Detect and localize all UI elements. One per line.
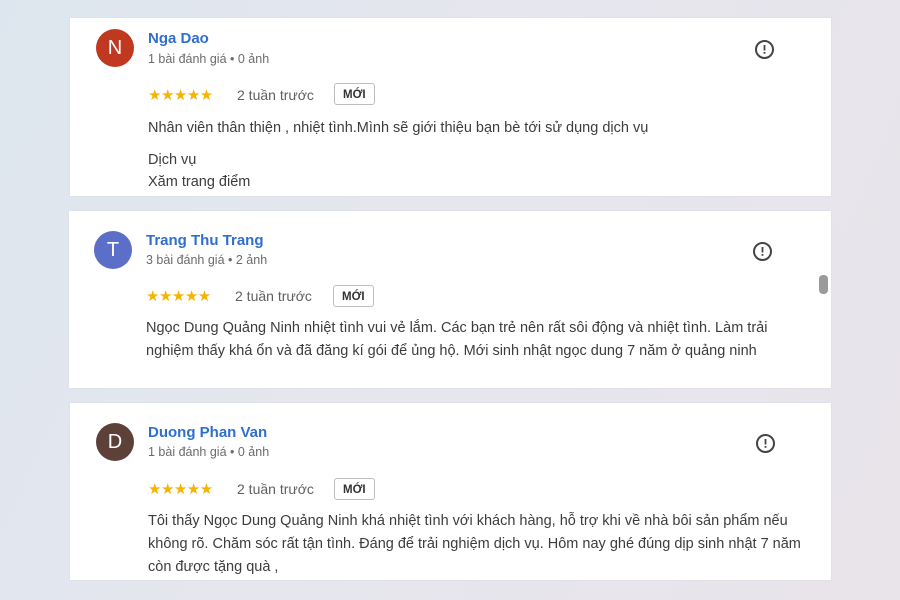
review-time: 2 tuần trước <box>237 87 314 103</box>
reviewer-name[interactable]: Duong Phan Van <box>148 424 267 441</box>
review-text: Ngọc Dung Quảng Ninh nhiệt tình vui vẻ l… <box>146 320 768 359</box>
review-time: 2 tuần trước <box>237 481 314 497</box>
service-label: Dịch vụ <box>148 152 197 168</box>
service-value: Xăm trang điểm <box>148 174 251 190</box>
star-rating: ★★★★★ <box>148 481 213 498</box>
new-badge: MỚI <box>333 285 374 307</box>
review-card: T Trang Thu Trang 3 bài đánh giá • 2 ảnh… <box>69 211 831 388</box>
avatar[interactable]: T <box>94 231 132 269</box>
new-badge: MỚI <box>334 478 375 500</box>
review-text: Tôi thấy Ngọc Dung Quảng Ninh khá nhiệt … <box>148 513 801 575</box>
report-flag-icon[interactable] <box>753 242 772 261</box>
avatar[interactable]: N <box>96 29 134 67</box>
review-card: D Duong Phan Van 1 bài đánh giá • 0 ảnh … <box>70 403 831 580</box>
review-text: Nhân viên thân thiện , nhiệt tình.Mình s… <box>148 120 649 136</box>
star-rating: ★★★★★ <box>146 288 211 305</box>
scrollbar-thumb[interactable] <box>819 275 828 294</box>
report-flag-icon[interactable] <box>755 40 774 59</box>
new-badge: MỚI <box>334 83 375 105</box>
reviewer-name[interactable]: Nga Dao <box>148 30 209 47</box>
review-time: 2 tuần trước <box>235 288 312 304</box>
review-card: N Nga Dao 1 bài đánh giá • 0 ảnh ★★★★★ 2… <box>70 18 831 196</box>
reviewer-meta: 1 bài đánh giá • 0 ảnh <box>148 52 270 66</box>
reviewer-meta: 3 bài đánh giá • 2 ảnh <box>146 253 268 267</box>
reviewer-meta: 1 bài đánh giá • 0 ảnh <box>148 445 270 459</box>
star-rating: ★★★★★ <box>148 87 213 104</box>
reviewer-name[interactable]: Trang Thu Trang <box>146 232 264 249</box>
avatar[interactable]: D <box>96 423 134 461</box>
report-flag-icon[interactable] <box>756 434 775 453</box>
